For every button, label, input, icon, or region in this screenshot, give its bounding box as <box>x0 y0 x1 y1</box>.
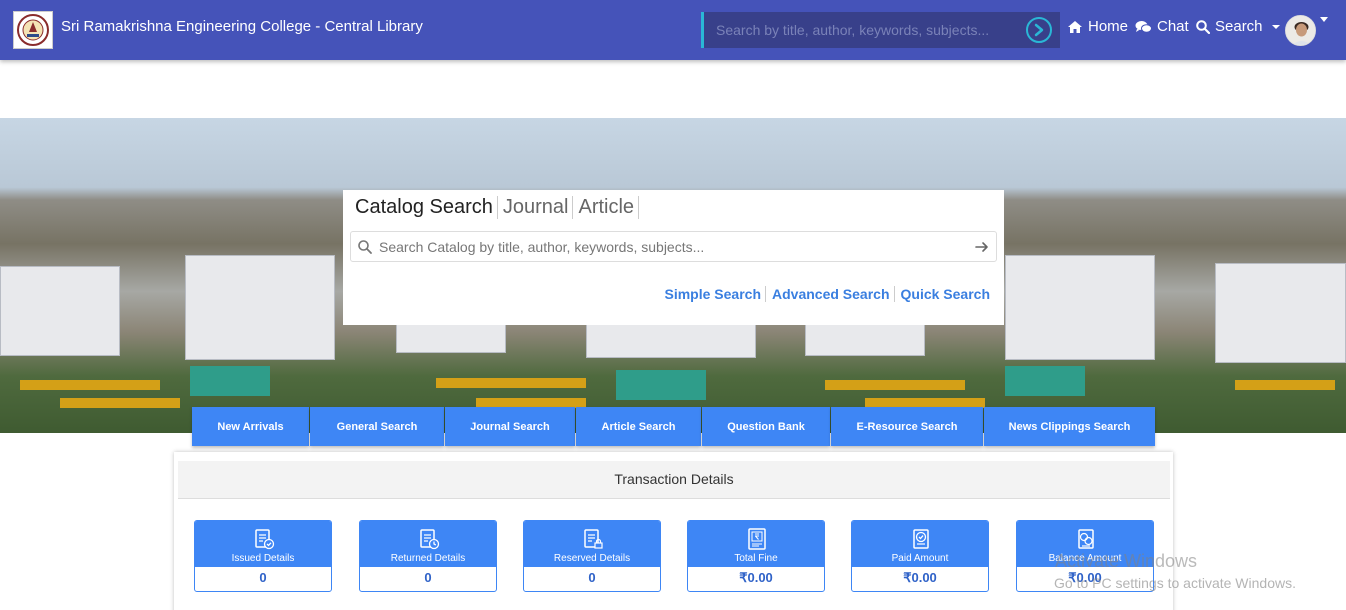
card-label: Total Fine <box>734 553 778 564</box>
card-label: Issued Details <box>231 553 295 564</box>
catalog-search-input[interactable] <box>379 232 959 261</box>
returned-details-card[interactable]: Returned Details 0 <box>359 520 497 592</box>
article-search-button[interactable]: Article Search <box>576 407 701 446</box>
card-value: 0 <box>588 570 596 585</box>
user-avatar[interactable] <box>1285 15 1316 46</box>
issued-details-card[interactable]: Issued Details 0 <box>194 520 332 592</box>
general-search-button[interactable]: General Search <box>310 407 444 446</box>
brand-title[interactable]: Sri Ramakrishna Engineering College - Ce… <box>61 18 423 35</box>
search-mode-links: Simple Search Advanced Search Quick Sear… <box>659 286 995 302</box>
issued-icon <box>255 529 275 550</box>
nav-chat-label: Chat <box>1157 18 1189 35</box>
paid-icon <box>913 529 929 549</box>
activate-windows-title: Activate Windows <box>1055 551 1198 571</box>
journal-search-button[interactable]: Journal Search <box>445 407 575 446</box>
tab-journal[interactable]: Journal <box>503 196 574 219</box>
new-arrivals-button[interactable]: New Arrivals <box>192 407 309 446</box>
paid-amount-card[interactable]: Paid Amount ₹0.00 <box>851 520 989 592</box>
simple-search-link[interactable]: Simple Search <box>659 286 766 302</box>
home-icon <box>1068 20 1082 33</box>
card-value: 0 <box>259 570 267 585</box>
card-label: Reserved Details <box>553 553 631 564</box>
caret-down-icon <box>1271 24 1280 29</box>
nav-home-link[interactable]: Home <box>1067 18 1128 35</box>
search-icon <box>1196 19 1210 34</box>
hero-image-tile <box>0 118 396 433</box>
search-icon <box>358 240 372 254</box>
hero-image-tile <box>1215 118 1346 433</box>
card-value: ₹0.00 <box>739 570 773 585</box>
tab-article[interactable]: Article <box>578 196 640 219</box>
fine-icon <box>748 528 766 550</box>
card-label: Paid Amount <box>891 553 949 564</box>
returned-icon <box>420 529 440 550</box>
card-value: ₹0.00 <box>903 570 937 585</box>
nav-chat-link[interactable]: Chat <box>1135 18 1189 35</box>
catalog-search-card: Catalog Search Journal Article Simple Se… <box>343 190 1004 325</box>
nav-home-label: Home <box>1088 18 1129 35</box>
college-logo[interactable] <box>13 11 53 49</box>
question-bank-button[interactable]: Question Bank <box>702 407 830 446</box>
reserved-icon <box>584 529 603 549</box>
arrow-right-icon[interactable] <box>975 241 989 253</box>
news-clippings-search-button[interactable]: News Clippings Search <box>984 407 1155 446</box>
global-search-go-button[interactable] <box>1026 17 1052 43</box>
reserved-details-card[interactable]: Reserved Details 0 <box>523 520 661 592</box>
chat-icon <box>1135 20 1152 33</box>
nav-search-label: Search <box>1215 18 1263 35</box>
global-search-input[interactable] <box>716 12 1016 48</box>
advanced-search-link[interactable]: Advanced Search <box>765 286 894 302</box>
card-label: Returned Details <box>390 553 466 564</box>
nav-search-dropdown[interactable]: Search <box>1196 18 1281 35</box>
user-menu-caret-icon[interactable] <box>1320 17 1328 22</box>
balance-icon <box>1078 529 1094 549</box>
chevron-right-icon <box>1034 23 1044 37</box>
college-seal-icon <box>17 14 49 46</box>
quick-search-link[interactable]: Quick Search <box>893 286 995 302</box>
global-search-box <box>701 12 1060 48</box>
e-resource-search-button[interactable]: E-Resource Search <box>831 407 983 446</box>
catalog-search-box <box>350 231 997 262</box>
user-avatar-icon <box>1286 16 1315 45</box>
transaction-panel-title: Transaction Details <box>178 461 1170 499</box>
total-fine-card[interactable]: Total Fine ₹0.00 <box>687 520 825 592</box>
navbar: Sri Ramakrishna Engineering College - Ce… <box>0 0 1346 60</box>
tab-catalog-search[interactable]: Catalog Search <box>355 196 498 219</box>
activate-windows-subtitle: Go to PC settings to activate Windows. <box>1054 575 1296 591</box>
search-type-tabs: Catalog Search Journal Article <box>355 196 644 219</box>
card-value: 0 <box>424 570 432 585</box>
